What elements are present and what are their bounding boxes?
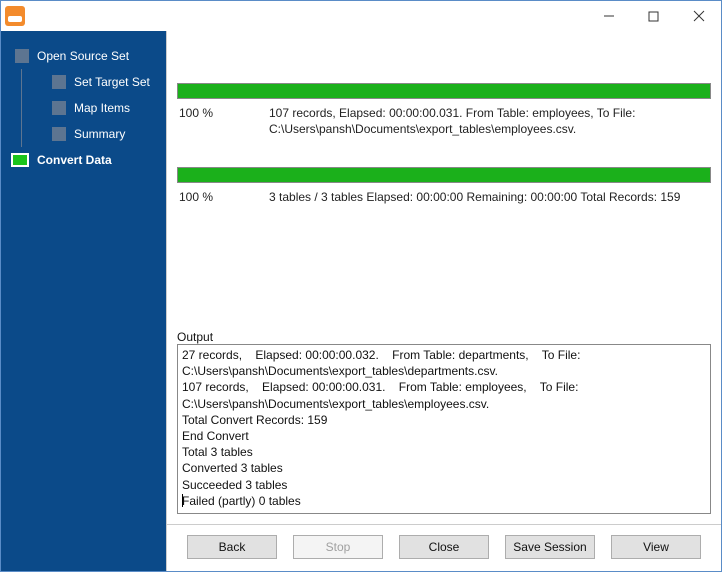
- current-table-progress: 100 % 107 records, Elapsed: 00:00:00.031…: [177, 83, 711, 137]
- app-icon: [5, 6, 25, 26]
- button-row: Back Stop Close Save Session View: [177, 525, 711, 563]
- step-box-icon: [52, 75, 66, 89]
- close-window-button[interactable]: [676, 1, 721, 31]
- step-box-active-icon: [11, 153, 29, 167]
- sidebar-item-label: Convert Data: [37, 153, 112, 167]
- save-session-button[interactable]: Save Session: [505, 535, 595, 559]
- stop-button[interactable]: Stop: [293, 535, 383, 559]
- sidebar-item-label: Summary: [74, 127, 125, 141]
- sidebar-item-summary[interactable]: Summary: [22, 121, 166, 147]
- maximize-icon: [648, 11, 659, 22]
- view-button[interactable]: View: [611, 535, 701, 559]
- overall-progress: 100 % 3 tables / 3 tables Elapsed: 00:00…: [177, 167, 711, 205]
- progress-2-percent: 100 %: [179, 189, 249, 205]
- sidebar-item-label: Set Target Set: [74, 75, 150, 89]
- back-button[interactable]: Back: [187, 535, 277, 559]
- minimize-icon: [603, 10, 615, 22]
- progress-2-details: 3 tables / 3 tables Elapsed: 00:00:00 Re…: [269, 189, 709, 205]
- wizard-sidebar: Open Source Set Set Target Set Map Items…: [1, 31, 166, 571]
- sidebar-item-map-items[interactable]: Map Items: [22, 95, 166, 121]
- sidebar-item-convert-data[interactable]: Convert Data: [1, 147, 166, 173]
- output-label: Output: [177, 330, 711, 344]
- window-controls: [586, 1, 721, 31]
- sidebar-item-open-source-set[interactable]: Open Source Set: [1, 43, 166, 69]
- sidebar-item-label: Map Items: [74, 101, 130, 115]
- progress-bar-2: [177, 167, 711, 183]
- output-textarea[interactable]: 27 records, Elapsed: 00:00:00.032. From …: [177, 344, 711, 514]
- titlebar: [1, 1, 721, 31]
- sidebar-item-label: Open Source Set: [37, 49, 129, 63]
- maximize-button[interactable]: [631, 1, 676, 31]
- main-panel: 100 % 107 records, Elapsed: 00:00:00.031…: [166, 31, 721, 571]
- close-icon: [693, 10, 705, 22]
- minimize-button[interactable]: [586, 1, 631, 31]
- sidebar-item-set-target-set[interactable]: Set Target Set: [22, 69, 166, 95]
- progress-1-percent: 100 %: [179, 105, 249, 137]
- step-box-icon: [52, 101, 66, 115]
- progress-1-details: 107 records, Elapsed: 00:00:00.031. From…: [269, 105, 709, 137]
- step-box-icon: [15, 49, 29, 63]
- progress-bar-1: [177, 83, 711, 99]
- close-button[interactable]: Close: [399, 535, 489, 559]
- step-box-icon: [52, 127, 66, 141]
